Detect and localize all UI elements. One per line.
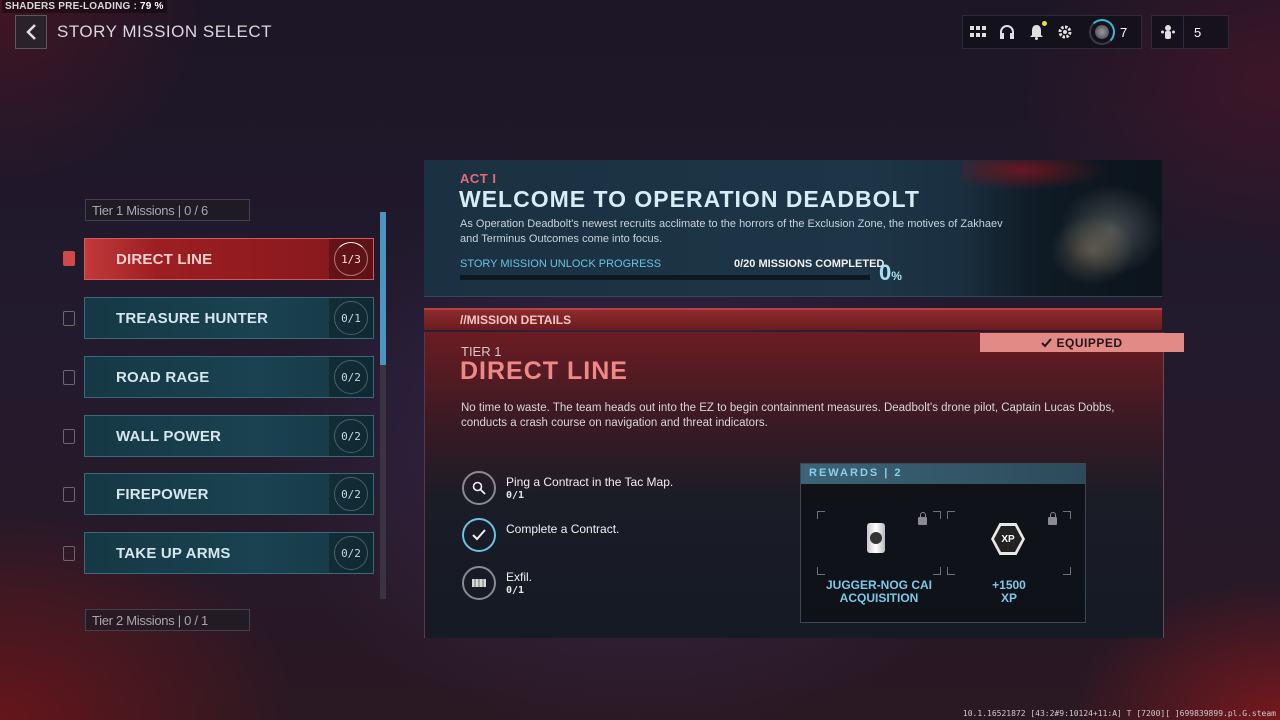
mission-name: WALL POWER [116,427,222,445]
rewards-header: REWARDS | 2 [801,464,1085,484]
percent-sign: % [891,269,902,283]
mission-doc-icon [63,251,75,266]
act-label: ACT I [460,171,497,186]
mission-name: FIREPOWER [116,485,209,503]
mission-progress: 0/2 [334,477,368,511]
reward-item[interactable]: XP +1500 XP [947,511,1071,605]
mission-name: DIRECT LINE [116,250,213,268]
shaders-preload-status: SHADERS PRE-LOADING : 79 % [2,0,167,13]
mission-progress: 0/2 [334,419,368,453]
xp-icon: XP [991,523,1025,555]
tier2-missions-header[interactable]: Tier 2 Missions | 0 / 1 [85,609,250,631]
mission-progress: 0/2 [334,536,368,570]
reward-item[interactable]: JUGGER-NOG CAI ACQUISITION [817,511,941,605]
player-level-ring[interactable] [1089,19,1115,45]
mission-progress: 0/1 [334,301,368,335]
shaders-label: SHADERS PRE-LOADING : [5,1,137,12]
mission-doc-icon [63,546,75,561]
mission-item-take-up-arms[interactable]: TAKE UP ARMS 0/2 [84,532,374,574]
lock-icon [1048,512,1057,525]
mission-name: ROAD RAGE [116,368,210,386]
search-icon [472,481,486,495]
bell-icon[interactable] [1027,21,1047,41]
mission-doc-icon [63,487,75,502]
act-title: WELCOME TO OPERATION DEADBOLT [459,186,920,212]
equipped-badge: EQUIPPED [980,333,1184,352]
missions-completed-label: 0/20 MISSIONS COMPLETED [734,258,885,270]
unlock-percent: 0% [879,260,902,286]
gear-icon[interactable] [1056,23,1074,41]
mission-item-firepower[interactable]: FIREPOWER 0/2 [84,473,374,515]
reward-name: +1500 XP [992,579,1026,605]
back-button[interactable] [15,15,47,49]
rewards-panel: REWARDS | 2 JUGGER-NOG CAI ACQUISITION XP… [800,463,1086,623]
objective-count: 0/1 [506,585,525,596]
scrollbar-thumb[interactable] [380,212,386,365]
unlock-progress-label: STORY MISSION UNLOCK PROGRESS [460,258,662,270]
exfil-icon [472,579,486,587]
objective-item: Exfil. 0/1 [462,566,532,600]
tier1-missions-header[interactable]: Tier 1 Missions | 0 / 6 [85,199,250,221]
mission-doc-icon [63,311,75,326]
mission-title: DIRECT LINE [460,357,628,385]
chevron-left-icon [26,24,36,40]
objective-item: Complete a Contract. [462,518,619,552]
mission-name: TAKE UP ARMS [116,544,231,562]
soda-can-icon [867,523,885,553]
mission-progress: 0/2 [334,360,368,394]
mission-item-wall-power[interactable]: WALL POWER 0/2 [84,415,374,457]
player-level: 7 [1120,24,1128,40]
objective-text: Complete a Contract. [506,522,620,536]
mission-name: TREASURE HUNTER [116,309,269,327]
mission-progress: 1/3 [334,242,368,276]
party-count: 5 [1194,24,1202,40]
percent-value: 0 [879,260,892,285]
mission-doc-icon [63,370,75,385]
page-title: STORY MISSION SELECT [57,22,273,41]
lock-icon [918,512,927,525]
reward-name: JUGGER-NOG CAI ACQUISITION [825,579,932,605]
mission-details-header: //MISSION DETAILS [424,308,1162,330]
mission-details-label: //MISSION DETAILS [460,313,572,327]
party-icon [1152,16,1184,48]
mission-item-treasure-hunter[interactable]: TREASURE HUNTER 0/1 [84,297,374,339]
equipped-label: EQUIPPED [1056,335,1123,350]
build-info: 10.1.16521872 [43:2#9:10124+11:A] T [720… [962,709,1276,718]
mission-description: No time to waste. The team heads out int… [461,402,1115,429]
notification-dot [1042,21,1047,26]
act-banner: ACT I WELCOME TO OPERATION DEADBOLT As O… [424,160,1162,297]
prestige-emblem-icon [1095,25,1109,39]
top-toolbar: 7 [962,15,1142,49]
mission-item-direct-line[interactable]: DIRECT LINE 1/3 [84,238,374,280]
objective-text: Exfil. [506,570,533,584]
headset-icon[interactable] [998,23,1016,41]
check-icon [1041,337,1053,347]
shaders-value: 79 % [139,1,164,12]
objective-count: 0/1 [506,490,525,501]
act-description: As Operation Deadbolt's newest recruits … [460,218,1003,245]
objective-item: Ping a Contract in the Tac Map. 0/1 [462,471,673,505]
mission-item-road-rage[interactable]: ROAD RAGE 0/2 [84,356,374,398]
objective-text: Ping a Contract in the Tac Map. [506,475,674,489]
grid-icon[interactable] [969,23,987,41]
mission-doc-icon [63,429,75,444]
unlock-progress-bar [460,275,870,280]
check-icon [472,529,486,541]
party-widget[interactable]: 5 [1151,15,1229,49]
